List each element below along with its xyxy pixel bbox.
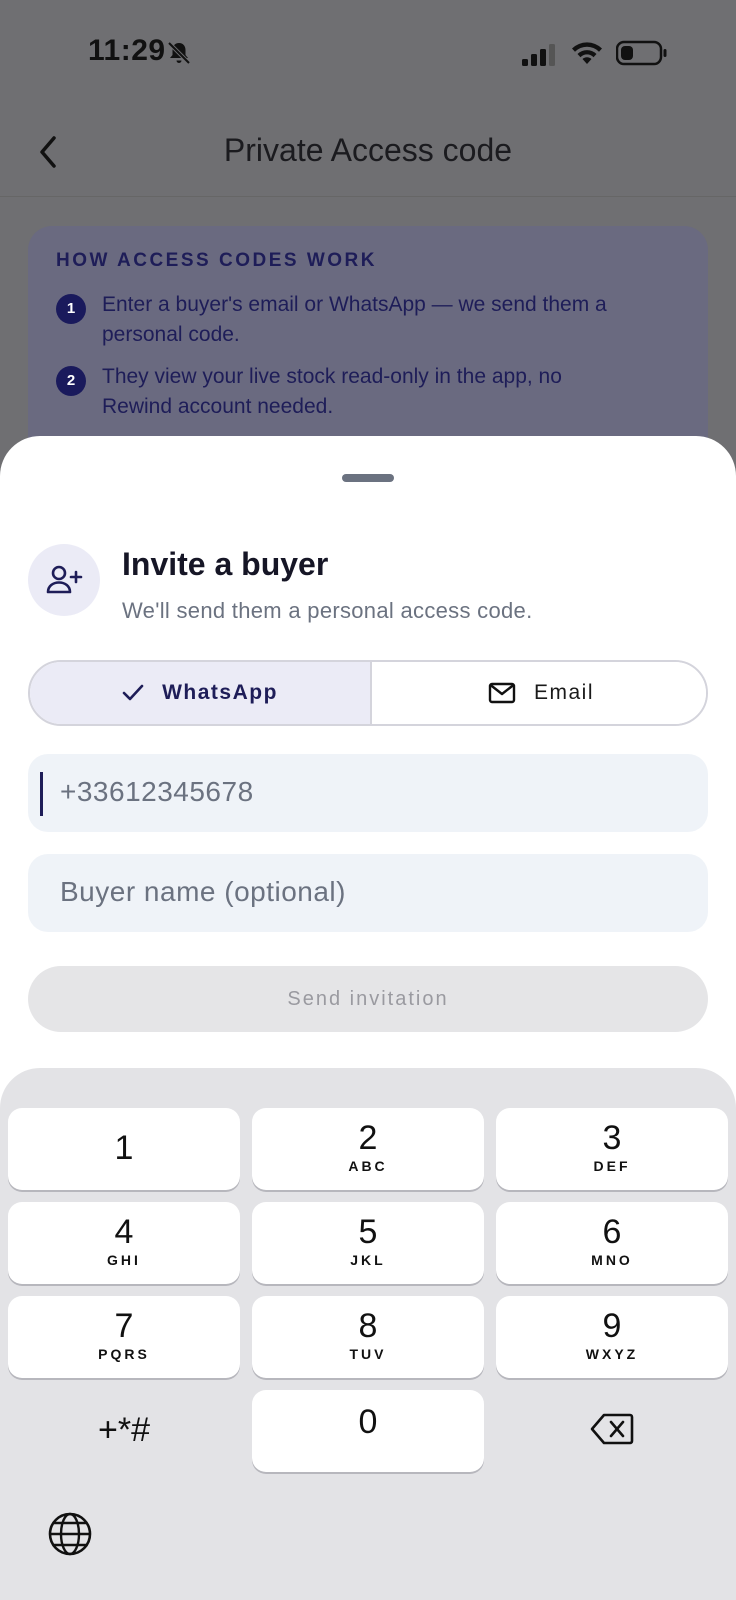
sheet-drag-handle[interactable] [342, 474, 394, 482]
step-text: They view your live stock read-only in t… [102, 362, 692, 422]
key-digit: 6 [602, 1213, 622, 1251]
status-time: 11:29 [88, 34, 166, 67]
key-5[interactable]: 5 JKL [252, 1202, 484, 1284]
text-caret [40, 772, 43, 816]
phone-value: +33612345678 [60, 776, 254, 807]
step-text-line: They view your live stock read-only in t… [102, 365, 562, 388]
step-text-line: Rewind account needed. [102, 395, 334, 418]
key-letters: ABC [348, 1158, 388, 1174]
mail-icon [488, 682, 516, 704]
avatar [28, 544, 100, 616]
segment-email[interactable]: Email [370, 662, 706, 724]
globe-icon[interactable] [46, 1510, 94, 1558]
send-invitation-button[interactable]: Send invitation [28, 966, 708, 1032]
battery-icon [616, 40, 667, 66]
key-digit: 4 [114, 1213, 134, 1251]
key-3[interactable]: 3 DEF [496, 1108, 728, 1190]
key-letters: JKL [350, 1252, 386, 1268]
key-digit: 0 [358, 1403, 378, 1441]
key-digit: 3 [602, 1119, 622, 1157]
key-digit: 5 [358, 1213, 378, 1251]
cellular-signal-icon [522, 44, 555, 66]
phone-input[interactable]: +33612345678 [28, 754, 708, 832]
step-text: Enter a buyer's email or WhatsApp — we s… [102, 290, 692, 350]
step-number: 1 [56, 294, 86, 324]
key-2[interactable]: 2 ABC [252, 1108, 484, 1190]
nav-bar: Private Access code [0, 110, 736, 196]
status-bar: 11:29 [0, 0, 736, 110]
key-8[interactable]: 8 TUV [252, 1296, 484, 1378]
key-1[interactable]: 1 [8, 1108, 240, 1190]
step-text-line: personal code. [102, 323, 240, 346]
add-user-icon [46, 565, 83, 594]
key-0[interactable]: 0 [252, 1390, 484, 1472]
page-title: Private Access code [223, 132, 513, 168]
key-symbols[interactable]: +*# [8, 1390, 240, 1472]
key-digit: 7 [114, 1307, 134, 1345]
step-number: 2 [56, 366, 86, 396]
key-digit: 9 [602, 1307, 622, 1345]
channel-segmented-control: WhatsApp Email [28, 660, 708, 726]
key-letters: TUV [349, 1346, 387, 1362]
wifi-icon [572, 42, 602, 64]
key-7[interactable]: 7 PQRS [8, 1296, 240, 1378]
key-digit: 1 [114, 1129, 134, 1167]
segment-label: WhatsApp [162, 681, 278, 704]
sheet-title: Invite a buyer [122, 546, 329, 582]
buyer-name-input[interactable]: Buyer name (optional) [28, 854, 708, 932]
divider [0, 196, 736, 197]
key-9[interactable]: 9 WXYZ [496, 1296, 728, 1378]
key-letters: DEF [593, 1158, 631, 1174]
key-symbols-label: +*# [98, 1411, 150, 1449]
key-letters: MNO [591, 1252, 633, 1268]
key-6[interactable]: 6 MNO [496, 1202, 728, 1284]
bell-muted-icon [167, 41, 191, 65]
numeric-keypad: 1 2 ABC 3 DEF 4 GHI 5 JKL 6 MNO 7 PQRS 8… [0, 1068, 736, 1600]
key-4[interactable]: 4 GHI [8, 1202, 240, 1284]
info-heading: HOW ACCESS CODES WORK [56, 250, 377, 271]
key-delete[interactable] [496, 1390, 728, 1472]
key-letters: GHI [107, 1252, 141, 1268]
segment-whatsapp[interactable]: WhatsApp [30, 662, 370, 724]
key-letters: PQRS [98, 1346, 150, 1362]
key-letters: WXYZ [585, 1346, 639, 1362]
segment-label: Email [533, 681, 594, 704]
backspace-icon [590, 1413, 634, 1445]
key-digit: 8 [358, 1307, 378, 1345]
sheet-subtitle: We'll send them a personal access code. [122, 598, 533, 623]
key-digit: 2 [358, 1119, 378, 1157]
step-text-line: Enter a buyer's email or WhatsApp — we s… [102, 293, 607, 316]
buyer-name-placeholder: Buyer name (optional) [60, 876, 346, 907]
check-icon [122, 684, 144, 701]
